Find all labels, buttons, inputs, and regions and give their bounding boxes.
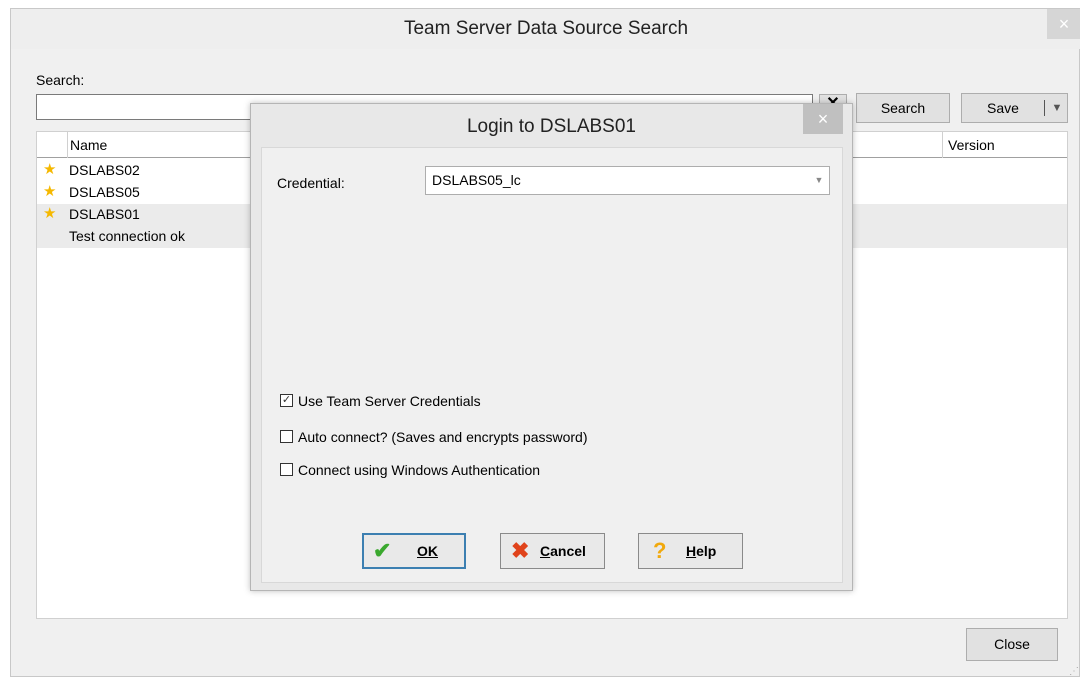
star-icon: ★ [43, 205, 57, 222]
star-icon: ★ [43, 161, 57, 178]
dialog-title: Login to DSLABS01 [466, 116, 636, 137]
checkbox-icon[interactable] [280, 430, 293, 443]
ok-button[interactable]: ✔ OK [362, 533, 466, 569]
save-divider [1044, 100, 1045, 116]
save-button[interactable]: Save [962, 94, 1044, 122]
window-title: Team Server Data Source Search [11, 9, 1080, 49]
cancel-label: Cancel [540, 543, 586, 559]
dialog-body: Credential: DSLABS05_lc ▼ ✓ Use Team Ser… [261, 147, 843, 583]
checkbox-label: Use Team Server Credentials [298, 393, 481, 409]
close-button[interactable]: Close [966, 628, 1058, 661]
checkbox-checked-icon[interactable]: ✓ [280, 394, 293, 407]
search-label: Search: [36, 72, 85, 88]
column-header-name[interactable]: Name [67, 132, 267, 158]
login-dialog: Login to DSLABS01 × Credential: DSLABS05… [250, 103, 853, 591]
help-button[interactable]: ? Help [638, 533, 743, 569]
column-header[interactable] [852, 132, 942, 158]
list-item-name: DSLABS02 [69, 162, 140, 178]
checkbox-label: Auto connect? (Saves and encrypts passwo… [298, 429, 588, 445]
chevron-down-icon[interactable]: ▼ [1048, 94, 1066, 122]
cancel-button[interactable]: ✖ Cancel [500, 533, 605, 569]
ok-label: OK [417, 543, 438, 559]
question-icon: ? [653, 538, 667, 563]
chevron-down-icon[interactable]: ▼ [809, 167, 829, 194]
dialog-close-button[interactable]: × [803, 104, 843, 134]
resize-grip-icon[interactable]: ⋰ [1069, 667, 1079, 677]
star-icon: ★ [43, 183, 57, 200]
credential-label: Credential: [277, 175, 345, 191]
checkbox-icon[interactable] [280, 463, 293, 476]
window-close-button[interactable]: × [1047, 9, 1080, 39]
help-label: Help [686, 543, 717, 559]
x-icon: ✖ [511, 538, 530, 563]
check-icon: ✔ [373, 538, 392, 563]
list-item-name: DSLABS01 [69, 206, 140, 222]
column-header-version[interactable]: Version [942, 132, 1067, 158]
checkbox-label: Connect using Windows Authentication [298, 462, 541, 478]
list-item-status: Test connection ok [69, 228, 185, 244]
credential-select[interactable]: DSLABS05_lc ▼ [425, 166, 830, 195]
search-button[interactable]: Search [856, 93, 950, 123]
save-split-button[interactable]: Save ▼ [961, 93, 1068, 123]
list-item-name: DSLABS05 [69, 184, 140, 200]
credential-value: DSLABS05_lc [432, 172, 521, 188]
